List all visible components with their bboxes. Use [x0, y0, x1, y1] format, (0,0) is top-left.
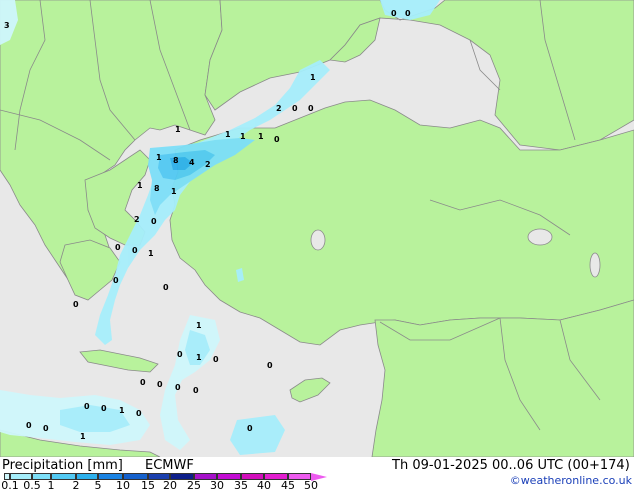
datetime-label: Th 09-01-2025 00..06 UTC (00+174) — [392, 458, 630, 473]
value-label: 1 — [196, 321, 202, 330]
value-label: 0 — [136, 409, 142, 418]
value-label: 0 — [292, 104, 298, 113]
model-label: ECMWF — [145, 458, 194, 473]
value-label: 1 — [196, 353, 202, 362]
credit-label: ©weatheronline.co.uk — [509, 474, 632, 487]
value-label: 0 — [157, 380, 163, 389]
value-label: 0 — [175, 383, 181, 392]
value-label: 0 — [267, 361, 273, 370]
value-label: 1 — [175, 125, 181, 134]
value-label: 2 — [205, 160, 211, 169]
value-label: 0 — [193, 386, 199, 395]
value-label: 0 — [405, 9, 411, 18]
value-label: 0 — [73, 300, 79, 309]
value-label: 0 — [177, 350, 183, 359]
value-label: 0 — [391, 9, 397, 18]
lake-urmia — [589, 252, 601, 278]
lake-van — [527, 228, 553, 246]
value-label: 0 — [163, 283, 169, 292]
value-label: 1 — [119, 406, 125, 415]
value-label: 0 — [101, 404, 107, 413]
value-label: 0 — [213, 355, 219, 364]
levant-land — [371, 299, 634, 457]
value-label: 1 — [171, 187, 177, 196]
value-label: 0 — [43, 424, 49, 433]
value-label: 8 — [173, 156, 179, 165]
value-label: 2 — [134, 215, 140, 224]
value-label: 0 — [140, 378, 146, 387]
lake-tuz — [310, 229, 326, 251]
value-label: 0 — [151, 217, 157, 226]
value-label: 1 — [310, 73, 316, 82]
value-label: 4 — [189, 158, 195, 167]
value-label: 0 — [84, 402, 90, 411]
value-label: 0 — [113, 276, 119, 285]
value-label: 0 — [247, 424, 253, 433]
value-label: 0 — [132, 246, 138, 255]
value-label: 0 — [308, 104, 314, 113]
value-label: 0 — [26, 421, 32, 430]
map-canvas: 3 0 0 1 2 0 0 1 1 1 1 0 1 8 4 2 1 8 1 2 … — [0, 0, 634, 457]
value-label: 1 — [156, 153, 162, 162]
legend-title: Precipitation [mm] — [2, 458, 123, 473]
value-label: 2 — [276, 104, 282, 113]
value-label: 1 — [240, 132, 246, 141]
value-label: 1 — [148, 249, 154, 258]
value-label: 0 — [274, 135, 280, 144]
value-label: 1 — [80, 432, 86, 441]
precipitation-map: 3 0 0 1 2 0 0 1 1 1 1 0 1 8 4 2 1 8 1 2 … — [0, 0, 634, 457]
value-label: 8 — [154, 184, 160, 193]
value-label: 1 — [225, 130, 231, 139]
value-label: 3 — [4, 21, 10, 30]
value-label: 1 — [137, 181, 143, 190]
value-label: 0 — [115, 243, 121, 252]
value-label: 1 — [258, 132, 264, 141]
